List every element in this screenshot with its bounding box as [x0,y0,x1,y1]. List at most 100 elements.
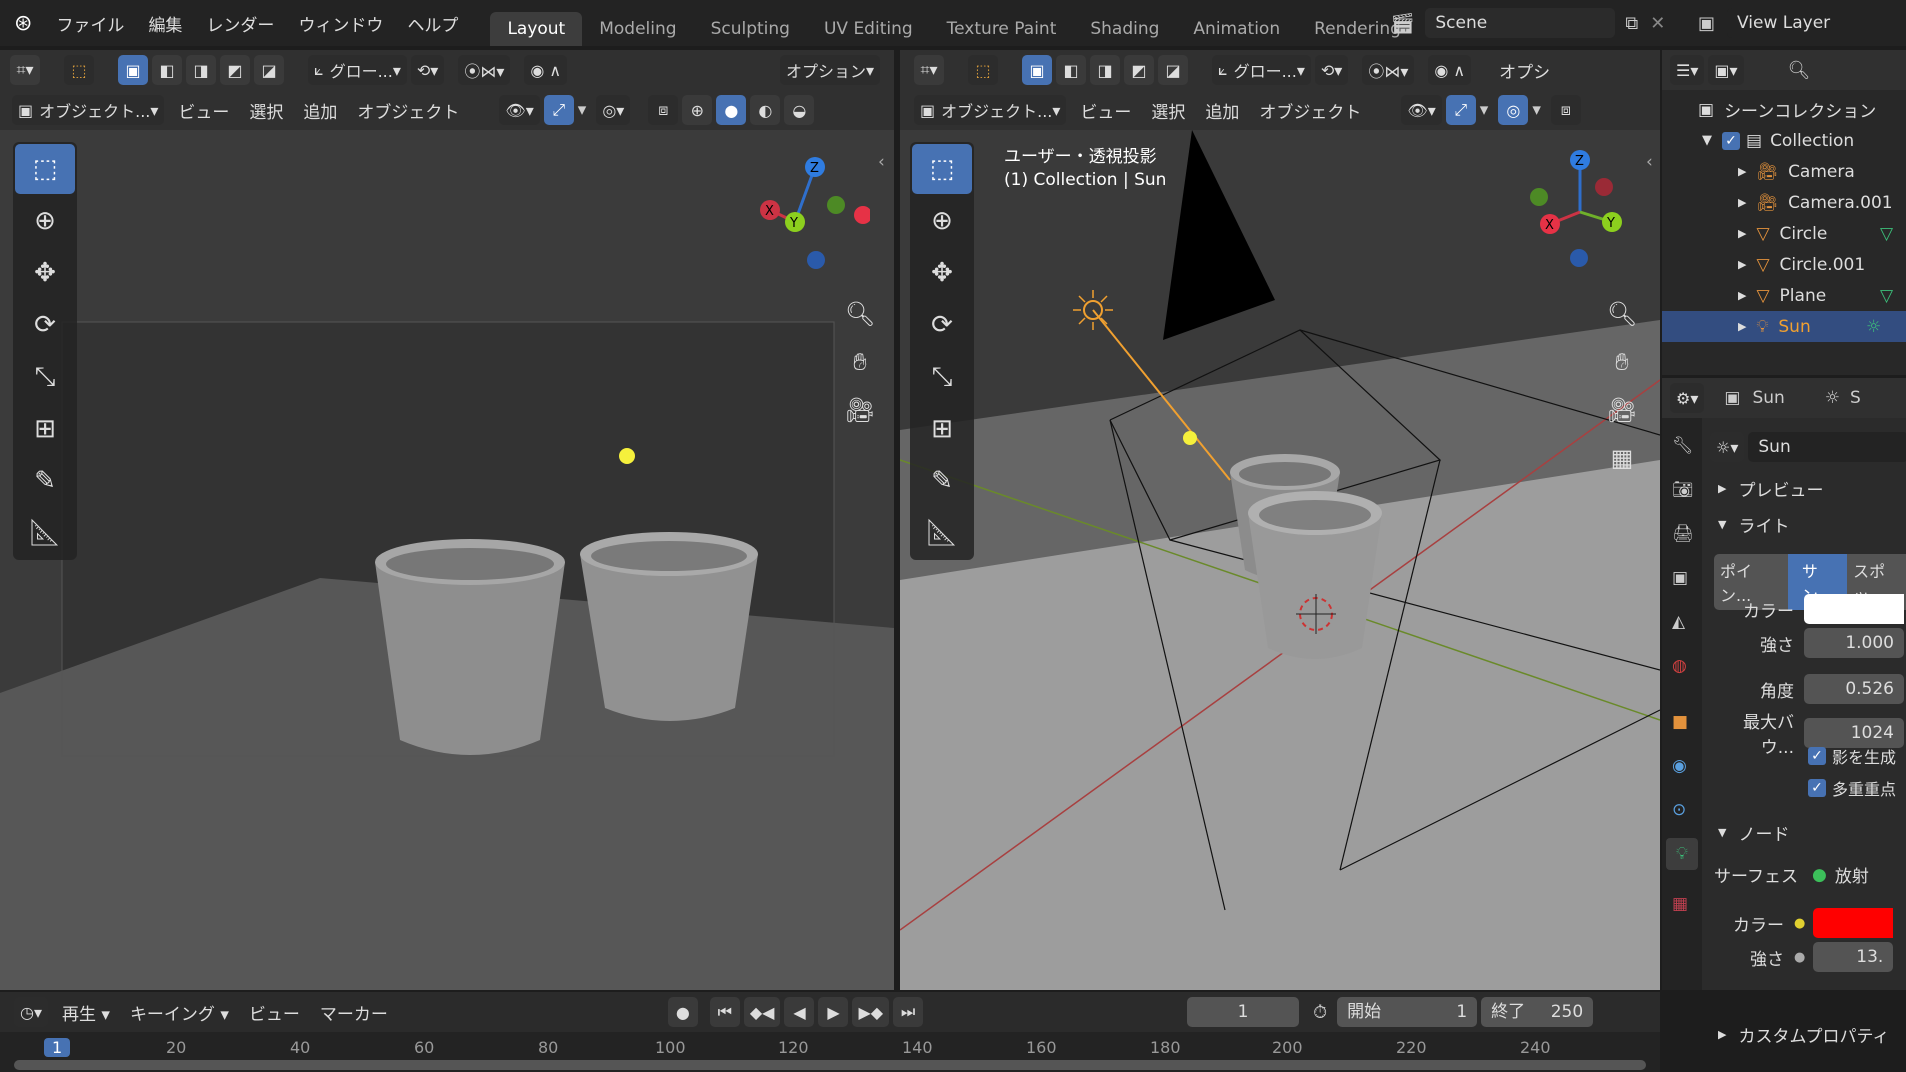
rotate-tool-icon[interactable]: ⟳ [15,300,75,350]
light-strength-field[interactable]: 1.000 [1804,628,1904,658]
outliner-item-camera-001[interactable]: ▶ 🎥︎ Camera.001 [1662,187,1906,218]
jump-end-icon[interactable]: ⏭ [893,997,924,1027]
jump-start-icon[interactable]: ⏮ [709,997,740,1027]
expand-arrow-icon[interactable]: ▶ [1738,165,1746,178]
mode-dropdown[interactable]: ▣ オブジェクト... ▾ [914,95,1067,125]
scene-icon[interactable]: 🎬︎ [1390,11,1415,35]
panel-light[interactable]: ▼ ライト [1718,512,1789,537]
xray-icon[interactable]: ⧈ [648,95,679,125]
mode-intersect-icon[interactable]: ◪ [1158,55,1188,85]
tab-modeling[interactable]: Modeling [582,12,693,46]
panel-custom-props[interactable]: ▶ カスタムプロパティ [1718,1022,1889,1047]
annotate-tool-icon[interactable]: ✎ [15,456,75,506]
tab-texture-paint[interactable]: Texture Paint [930,12,1074,46]
render-props-icon[interactable]: 📷︎ [1672,480,1694,500]
tool-props-icon[interactable]: 🔧︎ [1672,436,1694,456]
light-datablock-field[interactable]: Sun [1748,432,1906,462]
prev-keyframe-icon[interactable]: ◆◀ [743,997,781,1027]
pan-hand-icon[interactable]: ✋︎ [1600,340,1644,384]
scene-name-field[interactable]: Scene [1425,8,1616,38]
tab-sculpting[interactable]: Sculpting [694,12,807,46]
visibility-icon[interactable]: 👁︎▾ [499,95,540,125]
overlay-dropdown-icon[interactable]: ▾ [1532,100,1541,120]
physics-props-icon[interactable]: ◉ [1672,756,1687,776]
cursor-tool-icon[interactable]: ⊕ [912,196,972,246]
options-dropdown[interactable]: オプション ▾ [779,55,880,85]
timeline-menu-view[interactable]: ビュー [239,1000,310,1025]
scene-close-icon[interactable]: ✕ [1650,13,1665,34]
menu-render[interactable]: レンダー [194,11,286,36]
view-layer-icon[interactable]: ▣ [1698,13,1715,34]
menu-object[interactable]: オブジェクト [1249,98,1371,123]
shading-rendered-icon[interactable]: ◒ [784,95,815,125]
right-viewport[interactable]: ⌗▾ ⬚ ▣ ◧ ◨ ◩ ◪ ⟀ グロー... ▾ ⟲▾ ⦿⋈▾ ◉ ∧ オプシ… [900,50,1660,990]
stopwatch-icon[interactable]: ⏱ [1313,1002,1327,1023]
measure-tool-icon[interactable]: 📐︎ [912,508,972,558]
outliner-editor-icon[interactable]: ☰▾ [1670,55,1705,85]
world-props-icon[interactable]: ◍ [1672,656,1687,676]
expand-arrow-icon[interactable]: ▶ [1738,196,1746,209]
menu-add[interactable]: 追加 [1195,98,1249,123]
scene-copy-icon[interactable]: ⧉ [1625,13,1638,34]
menu-select[interactable]: 選択 [1141,98,1195,123]
multiple-importance-checkbox[interactable]: ✓ [1808,779,1826,797]
scale-tool-icon[interactable]: ⤡ [15,352,75,402]
menu-view[interactable]: ビュー [1070,98,1141,123]
panel-preview[interactable]: ▶ プレビュー [1718,476,1823,501]
scale-tool-icon[interactable]: ⤡ [912,352,972,402]
select-box-icon[interactable]: ⬚ [968,55,998,85]
menu-file[interactable]: ファイル [44,11,136,36]
collapse-arrow-icon[interactable]: ▼ [1702,133,1712,148]
mode-extend-icon[interactable]: ◧ [152,55,182,85]
texture-props-icon[interactable]: ▦ [1672,894,1688,914]
measure-tool-icon[interactable]: 📐︎ [15,508,75,558]
gizmo-icon[interactable]: ⤢ [1445,95,1476,125]
left-sidebar-toggle-icon[interactable]: ‹ [878,152,885,172]
editor-type-icon[interactable]: ⌗▾ [914,55,944,85]
xray-icon[interactable]: ⧈ [1550,95,1581,125]
constraints-props-icon[interactable]: ⊙ [1672,800,1686,820]
view-layer-props-icon[interactable]: ▣ [1672,568,1688,588]
outliner-item-sun[interactable]: ▶ 💡︎ Sun ☼ [1662,311,1906,342]
editor-type-icon[interactable]: ⌗▾ [10,55,40,85]
sun-angle-field[interactable]: 0.526 [1804,674,1904,704]
select-box-icon[interactable]: ⬚ [64,55,94,85]
shading-material-icon[interactable]: ◐ [750,95,781,125]
light-data-props-icon[interactable]: 💡︎ [1666,838,1698,870]
current-frame-field[interactable]: 1 [1187,997,1300,1027]
play-reverse-icon[interactable]: ◀ [784,997,815,1027]
camera-view-icon[interactable]: 🎥︎ [1600,388,1644,432]
outliner-scene-collection[interactable]: ▣ シーンコレクション [1662,94,1906,125]
object-props-icon[interactable]: ■ [1672,712,1688,732]
current-frame-indicator[interactable]: 1 [44,1038,71,1057]
timeline-scrollbar[interactable] [14,1060,1646,1070]
pan-hand-icon[interactable]: ✋︎ [838,340,882,384]
collection-checkbox[interactable]: ✓ [1722,131,1740,150]
gizmo-icon[interactable]: ⤢ [543,95,574,125]
node-color-swatch[interactable] [1813,908,1894,938]
panel-nodes[interactable]: ▼ ノード [1718,820,1789,845]
snap-icon[interactable]: ⦿⋈▾ [458,55,511,85]
next-keyframe-icon[interactable]: ▶◆ [852,997,890,1027]
overlay-icon[interactable]: ◎▾ [596,95,631,125]
mode-set-icon[interactable]: ▣ [1022,55,1052,85]
mode-invert-icon[interactable]: ◩ [220,55,250,85]
record-icon[interactable]: ● [667,997,698,1027]
select-tool-icon[interactable]: ⬚ [912,144,972,194]
cursor-tool-icon[interactable]: ⊕ [15,196,75,246]
play-icon[interactable]: ▶ [818,997,849,1027]
proportional-icon[interactable]: ◉ ∧ [524,55,568,85]
snap-icon[interactable]: ⦿⋈▾ [1362,55,1415,85]
menu-help[interactable]: ヘルプ [395,11,470,36]
node-strength-field[interactable]: 13. [1813,942,1894,972]
tab-layout[interactable]: Layout [490,12,583,46]
left-nav-gizmo[interactable]: Z X Y [750,142,870,272]
timeline-menu-marker[interactable]: マーカー [310,1000,398,1025]
transform-orientation-dropdown[interactable]: ⟀ グロー... ▾ [308,55,407,85]
tab-animation[interactable]: Animation [1176,12,1297,46]
cast-shadow-checkbox[interactable]: ✓ [1808,747,1826,765]
tab-shading[interactable]: Shading [1073,12,1176,46]
expand-arrow-icon[interactable]: ▶ [1738,320,1746,333]
proportional-icon[interactable]: ◉ ∧ [1428,55,1472,85]
menu-select[interactable]: 選択 [239,98,293,123]
